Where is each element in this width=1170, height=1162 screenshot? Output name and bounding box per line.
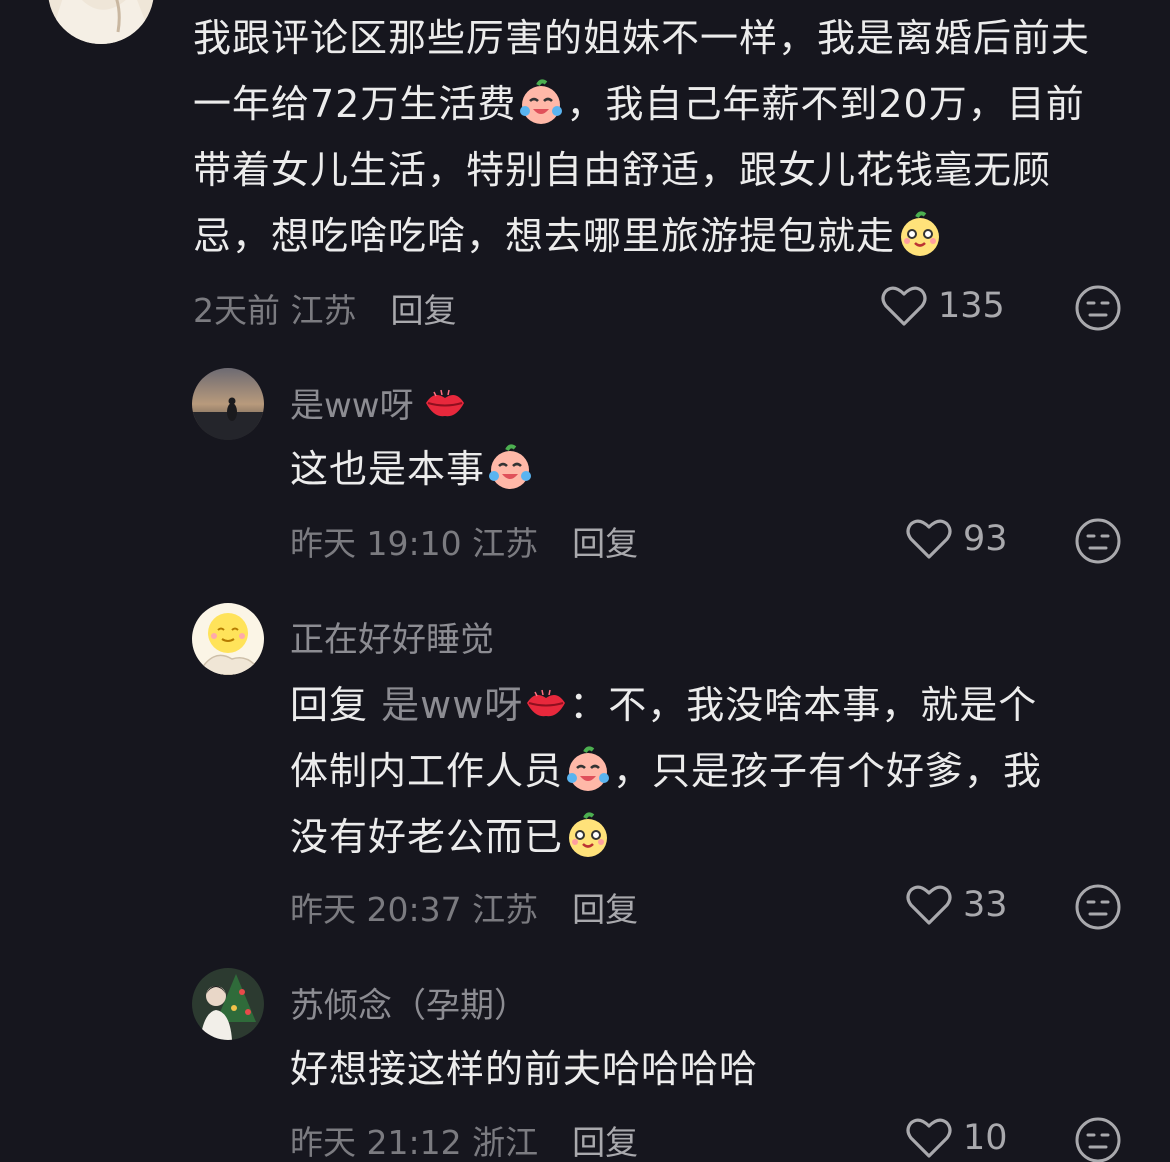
like-count: 135	[938, 286, 1005, 326]
like-count: 10	[963, 1118, 1008, 1158]
crying-laughing-emoji	[485, 442, 535, 492]
avatar[interactable]	[192, 968, 264, 1040]
time-location: 昨天 20:37 江苏	[290, 890, 539, 929]
comment-meta: 2天前 江苏 回复	[193, 284, 457, 332]
username[interactable]: 是ww呀	[290, 378, 468, 427]
comment-meta: 昨天 20:37 江苏 回复	[290, 883, 638, 931]
like-button[interactable]: 135	[880, 284, 1005, 328]
heart-outline-icon	[880, 284, 928, 328]
like-button[interactable]: 93	[905, 517, 1008, 561]
meh-face-icon[interactable]	[1074, 517, 1122, 565]
heart-outline-icon	[905, 883, 953, 927]
comment-thread: 我跟评论区那些厉害的姐妹不一样，我是离婚后前夫一年给72万生活费 ，我自己年薪不到…	[0, 0, 1170, 1162]
like-button[interactable]: 10	[905, 1116, 1008, 1160]
lips-emoji	[523, 680, 569, 726]
heart-outline-icon	[905, 1116, 953, 1160]
like-count: 33	[963, 885, 1008, 925]
heart-outline-icon	[905, 517, 953, 561]
like-count: 93	[963, 519, 1008, 559]
comment-text: 我跟评论区那些厉害的姐妹不一样，我是离婚后前夫一年给72万生活费 ，我自己年薪不到…	[193, 16, 1091, 259]
meh-face-icon[interactable]	[1074, 284, 1122, 332]
smug-face-emoji	[895, 209, 945, 259]
lips-emoji	[422, 380, 468, 426]
reply-button[interactable]: 回复	[572, 517, 638, 565]
like-button[interactable]: 33	[905, 883, 1008, 927]
avatar[interactable]	[192, 368, 264, 440]
comment-meta: 昨天 21:12 浙江 回复	[290, 1116, 638, 1162]
avatar[interactable]	[48, 0, 154, 44]
reply-prefix: 回复	[290, 683, 369, 727]
reply-button[interactable]: 回复	[572, 1116, 638, 1162]
time-location: 昨天 21:12 浙江	[290, 1123, 539, 1162]
comment-text: 好想接这样的前夫哈哈哈哈	[290, 1047, 759, 1091]
reply-button[interactable]: 回复	[572, 883, 638, 931]
comment-text: 这也是本事	[290, 436, 1110, 502]
smug-face-emoji	[563, 810, 613, 860]
avatar[interactable]	[192, 603, 264, 675]
reply-mention[interactable]: 是ww呀	[381, 683, 569, 727]
comment-meta: 昨天 19:10 江苏 回复	[290, 517, 638, 565]
time-location: 2天前 江苏	[193, 291, 357, 330]
username[interactable]: 苏倾念（孕期）	[290, 978, 528, 1027]
comment-text: 回复 是ww呀 ：不，我没啥本事，就是个 体制内工作人员 ，只是孩子有个好爹，我 没…	[290, 672, 1130, 870]
meh-face-icon[interactable]	[1074, 1116, 1122, 1162]
crying-laughing-emoji	[563, 744, 613, 794]
meh-face-icon[interactable]	[1074, 883, 1122, 931]
reply-button[interactable]: 回复	[391, 284, 457, 332]
time-location: 昨天 19:10 江苏	[290, 524, 539, 563]
crying-laughing-emoji	[516, 77, 566, 127]
username[interactable]: 正在好好睡觉	[290, 612, 494, 661]
